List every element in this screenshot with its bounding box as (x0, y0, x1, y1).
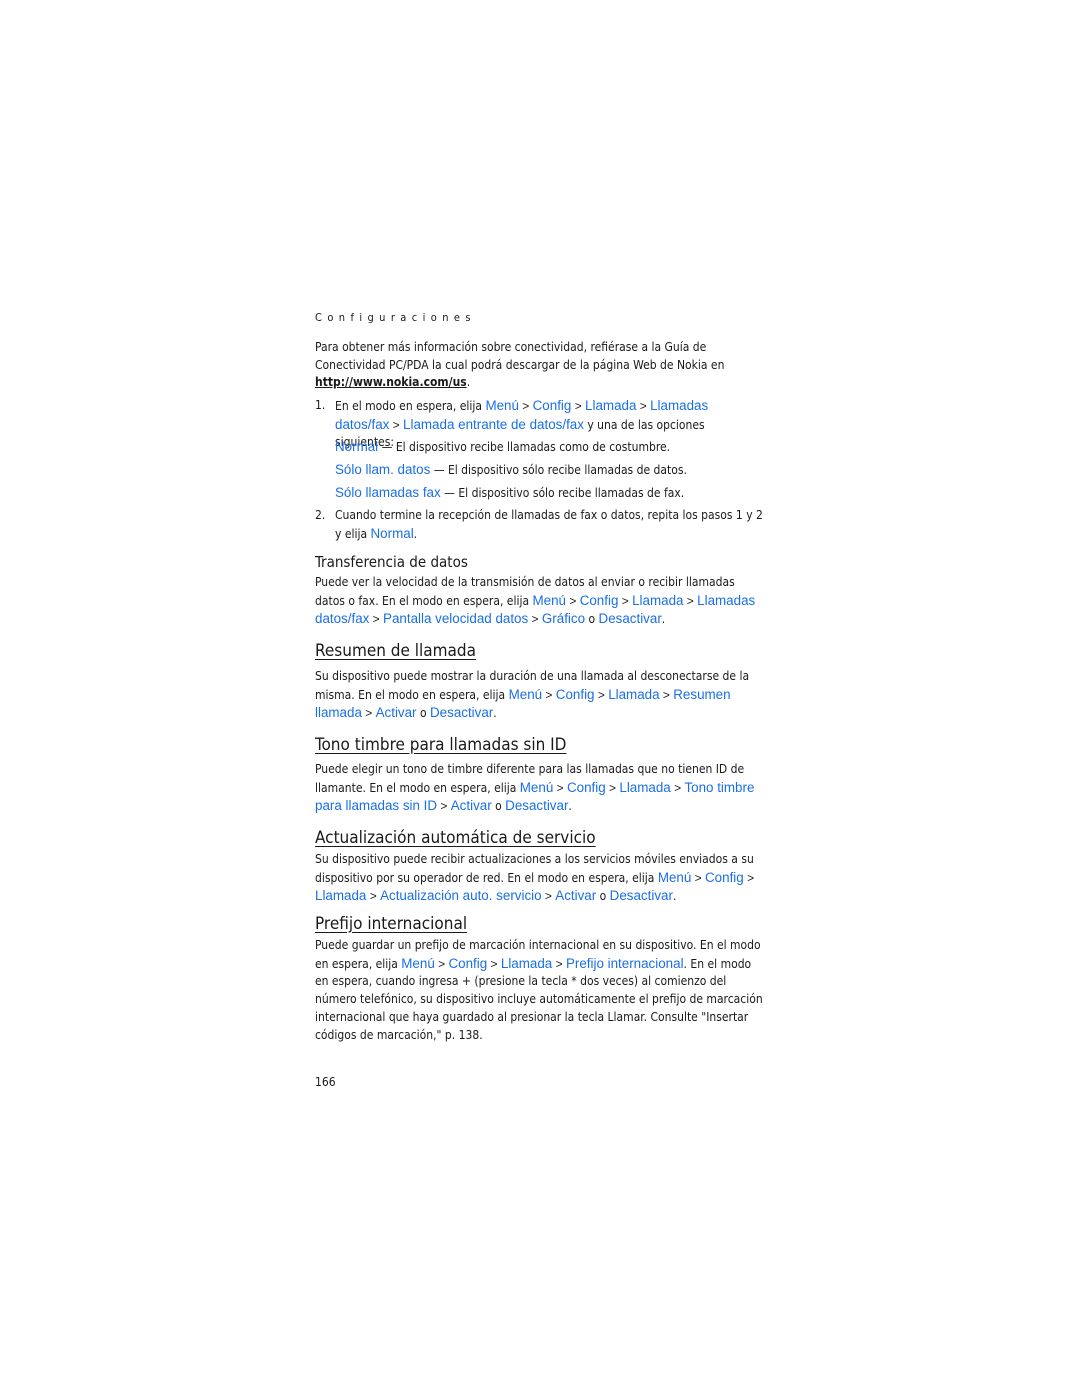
path-separator: > (670, 780, 685, 795)
path-separator: > (553, 780, 567, 795)
path-separator: > (605, 780, 620, 795)
step-number: 2. (315, 508, 326, 522)
path-separator: > (618, 593, 633, 608)
para-end: . (672, 889, 677, 904)
option-desc: El dispositivo recibe llamadas como de c… (395, 440, 671, 454)
menu-path-item: Menú (519, 779, 554, 795)
path-separator: > (743, 870, 755, 885)
path-separator: > (518, 399, 533, 413)
path-separator: > (566, 593, 580, 608)
option-label: Desactivar (430, 705, 494, 721)
menu-path-item: Actualización auto. servicio (380, 888, 542, 904)
menu-path-item: Llamada (500, 955, 553, 971)
menu-path-item: Llamada (632, 592, 684, 608)
nokia-link[interactable]: http://www.nokia.com/us (315, 375, 467, 389)
or-text: o (596, 889, 610, 904)
option-label: Normal (335, 439, 379, 454)
option-label: Desactivar (598, 611, 662, 627)
menu-path-item: Llamada (619, 779, 671, 795)
para-end: . (493, 706, 497, 721)
step-text: En el modo en espera, elija (335, 399, 486, 413)
path-separator: > (369, 612, 384, 627)
transfer-paragraph: Puede ver la velocidad de la transmisión… (315, 574, 765, 629)
para-end: . (568, 799, 572, 814)
option-label: Activar (555, 888, 597, 904)
intro-end: . (466, 375, 471, 390)
menu-path-item: Prefijo internacional (565, 955, 684, 971)
path-separator: > (594, 687, 609, 702)
heading-transfer: Transferencia de datos (315, 553, 468, 571)
menu-path-item: Config (705, 869, 744, 885)
option-label: Gráfico (541, 611, 586, 627)
menu-path-item: Menú (401, 955, 435, 971)
heading-ringtone: Tono timbre para llamadas sin ID (315, 735, 567, 755)
menu-path-item: Menú (657, 869, 692, 885)
menu-path-item: Llamada entrante de datos/fax (403, 416, 584, 432)
menu-path-item: Config (555, 686, 595, 702)
heading-update: Actualización automática de servicio (315, 828, 596, 848)
heading-prefix: Prefijo internacional (315, 914, 468, 934)
path-separator: > (361, 706, 376, 721)
prefix-paragraph: Puede guardar un prefijo de marcación in… (315, 937, 765, 1044)
para-end: . (661, 612, 666, 627)
path-separator: > (691, 870, 706, 885)
option-data-only: Sólo llam. datos — El dispositivo sólo r… (335, 462, 687, 477)
step-number: 1. (315, 398, 326, 412)
option-label: Sólo llamadas fax (335, 485, 441, 500)
or-text: o (416, 706, 430, 721)
running-head: Configuraciones (315, 311, 476, 324)
intro-paragraph: Para obtener más información sobre conec… (315, 339, 765, 392)
path-separator: > (487, 956, 501, 971)
path-separator: > (636, 399, 651, 413)
option-label: Activar (375, 705, 417, 721)
heading-summary: Resumen de llamada (315, 641, 477, 661)
menu-path-item: Menú (532, 592, 567, 608)
path-separator: > (434, 956, 449, 971)
option-label: Desactivar (505, 798, 569, 814)
menu-path-item: Menú (508, 686, 543, 702)
menu-path-item: Llamada (315, 888, 367, 904)
option-normal: Normal — El dispositivo recibe llamadas … (335, 439, 671, 454)
path-separator: > (683, 593, 698, 608)
menu-path-item: Llamada (608, 686, 660, 702)
or-text: o (585, 612, 599, 627)
menu-path-item: Pantalla velocidad datos (383, 611, 529, 627)
path-separator: > (528, 612, 542, 627)
path-separator: > (541, 889, 556, 904)
page-number: 166 (315, 1075, 336, 1089)
path-separator: > (389, 417, 404, 432)
ringtone-paragraph: Puede elegir un tono de timbre diferente… (315, 761, 765, 816)
path-separator: > (437, 799, 451, 814)
path-separator: > (552, 956, 566, 971)
path-separator: > (366, 889, 381, 904)
option-label: Sólo llam. datos (335, 462, 431, 477)
summary-paragraph: Su dispositivo puede mostrar la duración… (315, 668, 765, 723)
menu-path-item: Llamada (585, 398, 637, 413)
option-fax-only: Sólo llamadas fax — El dispositivo sólo … (335, 485, 685, 500)
path-separator: > (571, 399, 586, 413)
option-label: Desactivar (609, 888, 673, 904)
menu-path-item: Config (448, 955, 488, 971)
step-end: . (413, 526, 418, 541)
option-label: Activar (450, 798, 492, 814)
menu-path-item: Config (579, 592, 619, 608)
update-paragraph: Su dispositivo puede recibir actualizaci… (315, 851, 765, 906)
or-text: o (491, 799, 506, 814)
menu-path-item: Config (566, 779, 606, 795)
step-2: 2. Cuando termine la recepción de llamad… (315, 507, 765, 543)
menu-path-item: Menú (485, 398, 519, 413)
option-label: Normal (370, 525, 414, 541)
option-desc: El dispositivo sólo recibe llamadas de d… (447, 463, 687, 477)
option-desc: El dispositivo sólo recibe llamadas de f… (458, 486, 685, 500)
path-separator: > (659, 687, 674, 702)
menu-path-item: Config (532, 398, 572, 413)
intro-text: Para obtener más información sobre conec… (315, 340, 725, 372)
path-separator: > (542, 687, 556, 702)
